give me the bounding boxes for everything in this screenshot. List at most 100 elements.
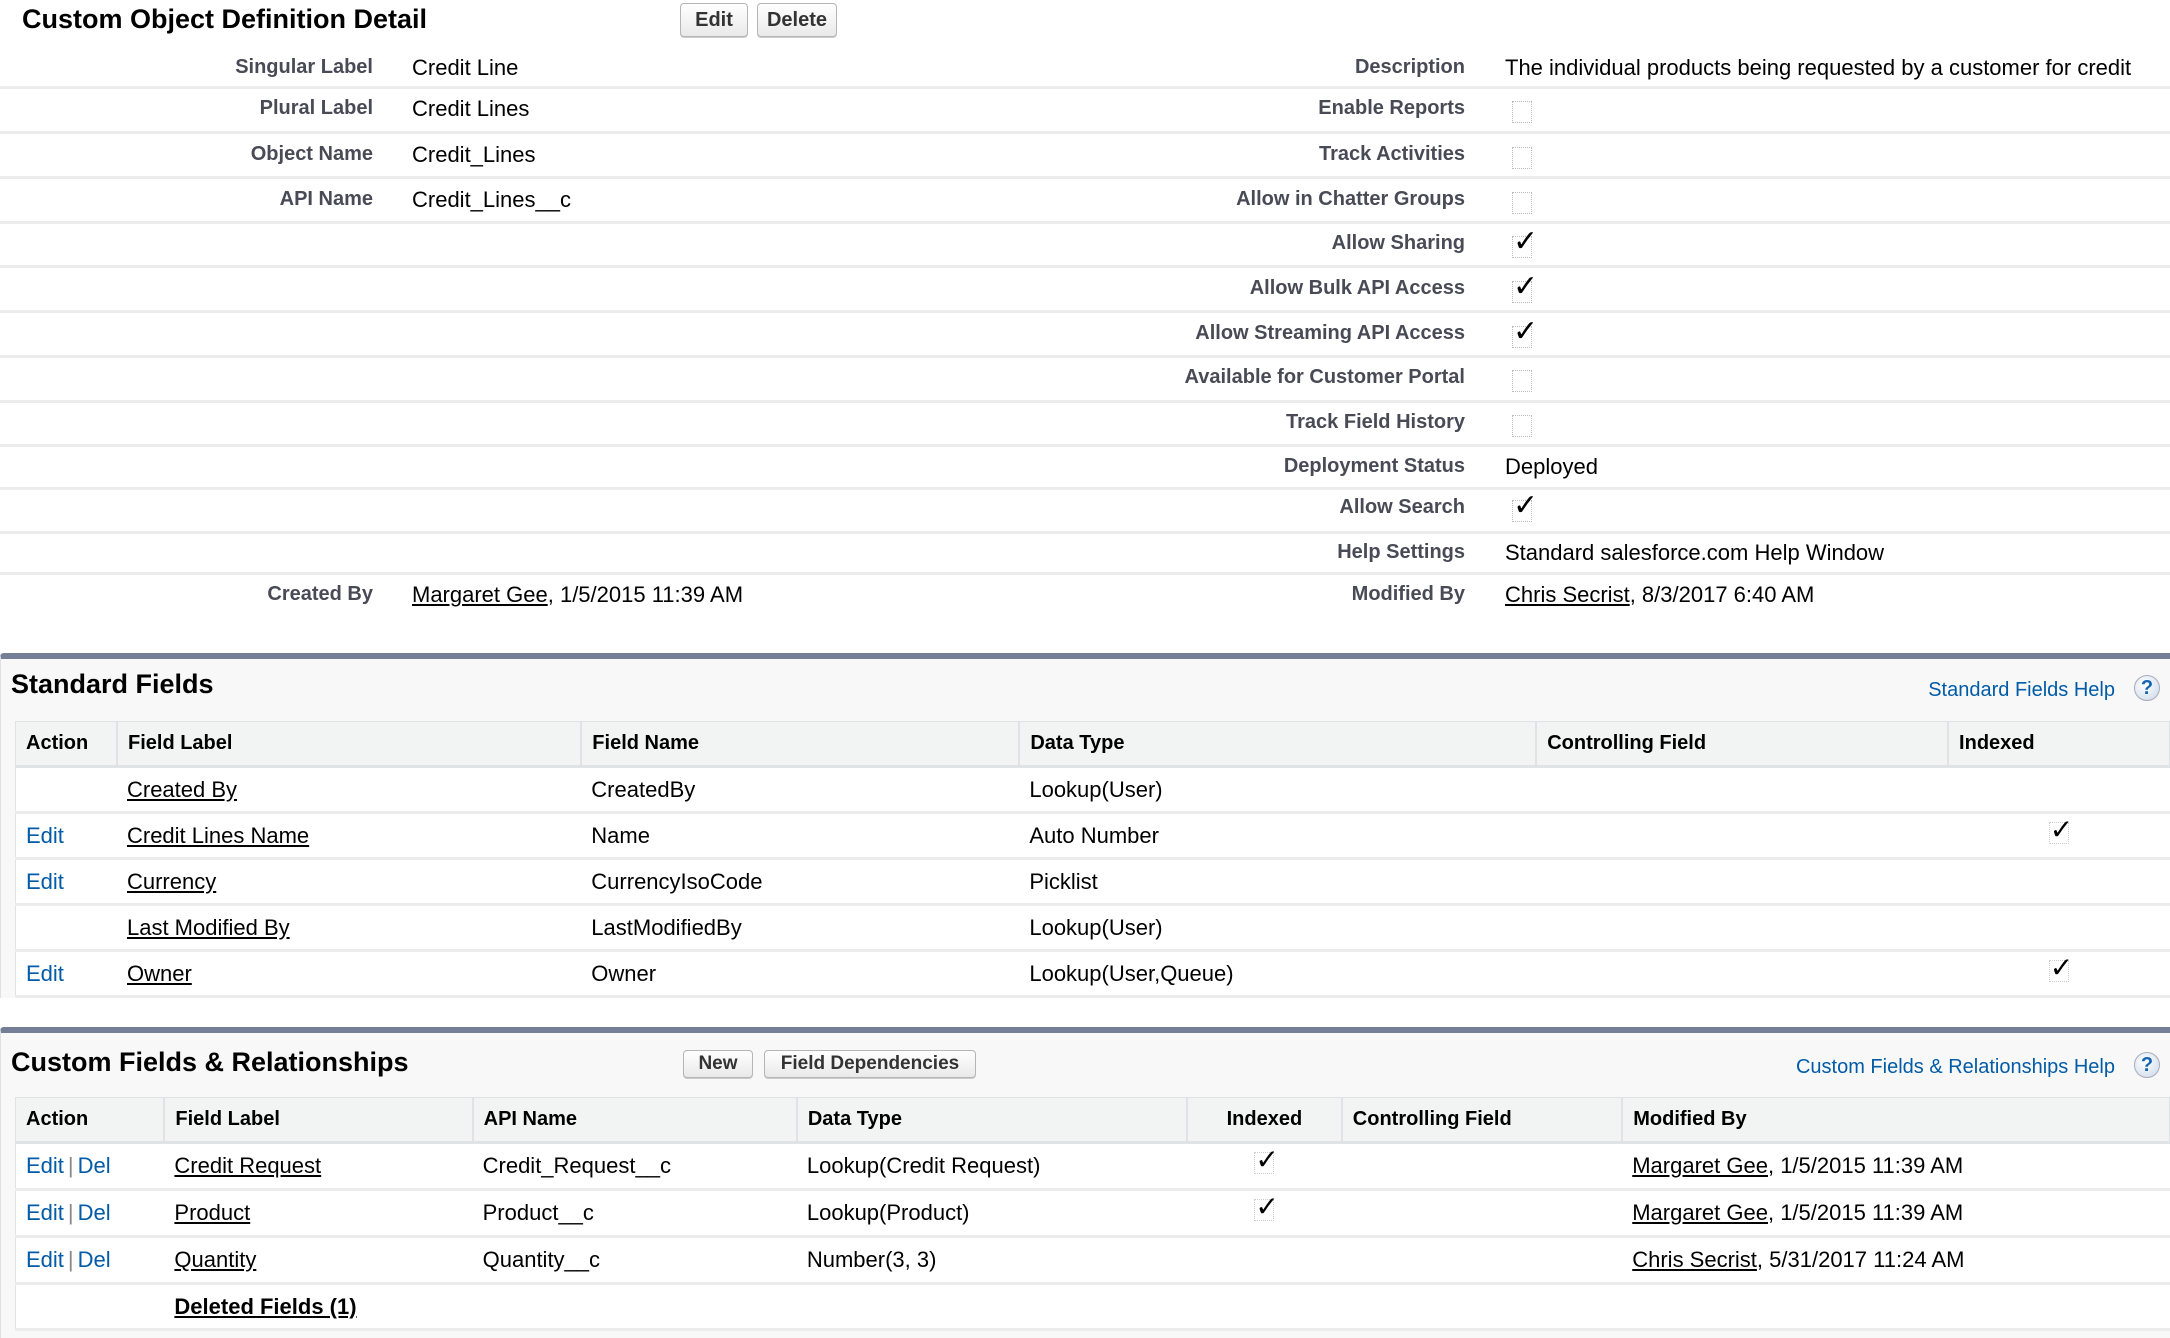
action-cell xyxy=(15,904,117,952)
edit-link[interactable]: Edit xyxy=(26,1200,64,1225)
column-header[interactable]: Field Label xyxy=(116,721,583,768)
new-field-button[interactable]: New xyxy=(683,1050,753,1078)
checkmark-icon: ✓ xyxy=(2049,951,2074,983)
column-header[interactable]: Action xyxy=(15,1097,166,1144)
field-label-cell: Credit Lines Name xyxy=(116,812,582,860)
detail-label: Singular Label xyxy=(235,56,373,78)
modified-by-user-link[interactable]: Margaret Gee xyxy=(1632,1153,1768,1178)
modified-by-cell: Margaret Gee, 1/5/2015 11:39 AM xyxy=(1622,1142,2170,1191)
column-header[interactable]: API Name xyxy=(472,1097,798,1144)
detail-label: Object Name xyxy=(250,143,373,165)
help-icon[interactable]: ? xyxy=(2134,1052,2160,1078)
checked-checkbox-icon: ✓ xyxy=(2048,814,2073,844)
checkmark-icon: ✓ xyxy=(1255,1191,1279,1222)
table-row: Edit | Del Quantity Quantity__c Number(3, 3) C… xyxy=(15,1236,2170,1285)
field-name-cell: LastModifiedBy xyxy=(581,904,1020,952)
column-header[interactable]: Field Name xyxy=(581,721,1021,768)
delete-link[interactable]: Del xyxy=(78,1200,111,1225)
column-header[interactable]: Modified By xyxy=(1622,1097,2170,1144)
checked-checkbox-icon: ✓ xyxy=(1512,272,1538,303)
created-by-value: Margaret Gee, 1/5/2015 11:39 AM xyxy=(412,582,743,608)
field-name-cell: Name xyxy=(581,812,1020,860)
action-cell: Edit xyxy=(15,950,117,998)
detail-label: Deployment Status xyxy=(1283,455,1465,477)
table-row: Edit | Del Product Product__c Lookup(Product)… xyxy=(15,1189,2170,1238)
deleted-fields-link[interactable]: Deleted Fields (1) xyxy=(174,1294,356,1319)
indexed-cell: ✓ xyxy=(1948,950,2170,998)
field-name-cell: Owner xyxy=(581,950,1020,998)
created-by-user-link[interactable]: Margaret Gee xyxy=(412,582,548,607)
column-header[interactable]: Data Type xyxy=(796,1097,1189,1144)
modified-by-user-link[interactable]: Chris Secrist xyxy=(1632,1247,1757,1272)
edit-link[interactable]: Edit xyxy=(26,869,64,894)
table-row: Edit Owner Owner Lookup(User,Queue) ✓ xyxy=(15,950,2170,998)
field-label-link[interactable]: Credit Request xyxy=(174,1153,321,1178)
field-label-link[interactable]: Created By xyxy=(127,777,237,802)
checked-checkbox-icon: ✓ xyxy=(1254,1145,1279,1175)
field-label-link[interactable]: Credit Lines Name xyxy=(127,823,309,848)
edit-link[interactable]: Edit xyxy=(26,961,64,986)
edit-link[interactable]: Edit xyxy=(26,1247,64,1272)
created-by-label: Created By xyxy=(267,583,373,605)
column-header[interactable]: Data Type xyxy=(1019,721,1538,768)
help-icon[interactable]: ? xyxy=(2134,675,2160,701)
detail-label: Enable Reports xyxy=(1318,97,1465,119)
api-name-cell: Credit_Request__c xyxy=(472,1142,797,1191)
detail-value: Credit Line xyxy=(412,55,519,80)
field-label-cell: Product xyxy=(164,1189,473,1238)
indexed-cell: ✓ xyxy=(1948,812,2170,860)
data-type-cell: Picklist xyxy=(1019,858,1537,906)
field-label-cell: Last Modified By xyxy=(116,904,582,952)
unchecked-checkbox-icon xyxy=(1512,415,1532,437)
detail-label: Allow Bulk API Access xyxy=(1249,277,1465,299)
detail-label: Plural Label xyxy=(259,97,373,119)
action-cell: Edit xyxy=(15,812,117,860)
edit-button[interactable]: Edit xyxy=(680,3,748,37)
modified-by-user-link[interactable]: Margaret Gee xyxy=(1632,1200,1768,1225)
field-label-link[interactable]: Product xyxy=(174,1200,250,1225)
field-name-cell: CurrencyIsoCode xyxy=(581,858,1020,906)
checkmark-icon: ✓ xyxy=(1513,270,1539,303)
edit-link[interactable]: Edit xyxy=(26,1153,64,1178)
custom-fields-help-link[interactable]: Custom Fields & Relationships Help xyxy=(1796,1056,2115,1079)
delete-link[interactable]: Del xyxy=(78,1153,111,1178)
detail-row xyxy=(0,224,2170,268)
detail-label: Description xyxy=(1354,56,1465,78)
separator: | xyxy=(67,1153,74,1178)
api-name-cell: Quantity__c xyxy=(472,1236,797,1285)
detail-row xyxy=(0,490,2170,534)
created-by-date: , 1/5/2015 11:39 AM xyxy=(547,582,744,607)
separator: | xyxy=(67,1247,74,1272)
indexed-cell xyxy=(1948,766,2170,814)
field-label-link[interactable]: Last Modified By xyxy=(127,915,290,940)
indexed-cell: ✓ xyxy=(1187,1189,1342,1238)
api-name-cell: Product__c xyxy=(472,1189,797,1238)
field-label-link[interactable]: Currency xyxy=(127,869,216,894)
unchecked-checkbox-icon xyxy=(1512,101,1532,123)
column-header[interactable]: Indexed xyxy=(1187,1097,1343,1144)
detail-row xyxy=(0,268,2170,313)
column-header[interactable]: Controlling Field xyxy=(1536,721,1950,768)
column-header[interactable]: Field Label xyxy=(164,1097,474,1144)
column-header[interactable]: Controlling Field xyxy=(1341,1097,1624,1144)
indexed-cell xyxy=(1948,858,2170,906)
controlling-field-cell xyxy=(1536,858,1949,906)
checkmark-icon: ✓ xyxy=(1513,225,1539,258)
edit-link[interactable]: Edit xyxy=(26,823,64,848)
field-label-link[interactable]: Quantity xyxy=(174,1247,256,1272)
standard-fields-help-link[interactable]: Standard Fields Help xyxy=(1928,679,2115,702)
field-label-link[interactable]: Owner xyxy=(127,961,192,986)
field-label-cell: Credit Request xyxy=(164,1142,473,1191)
field-dependencies-button[interactable]: Field Dependencies xyxy=(764,1050,976,1078)
delete-link[interactable]: Del xyxy=(78,1247,111,1272)
modified-by-user-link[interactable]: Chris Secrist xyxy=(1505,582,1630,607)
custom-fields-title: Custom Fields & Relationships xyxy=(11,1047,409,1077)
deleted-fields-row: Deleted Fields (1) xyxy=(15,1283,2170,1331)
column-header[interactable]: Action xyxy=(15,721,118,768)
column-header[interactable]: Indexed xyxy=(1948,721,2170,768)
table-row: Edit Credit Lines Name Name Auto Number ✓ xyxy=(15,812,2170,860)
checked-checkbox-icon: ✓ xyxy=(2048,952,2073,982)
detail-value: Credit_Lines xyxy=(412,142,536,167)
standard-fields-title: Standard Fields xyxy=(11,669,214,699)
delete-button[interactable]: Delete xyxy=(757,3,837,37)
